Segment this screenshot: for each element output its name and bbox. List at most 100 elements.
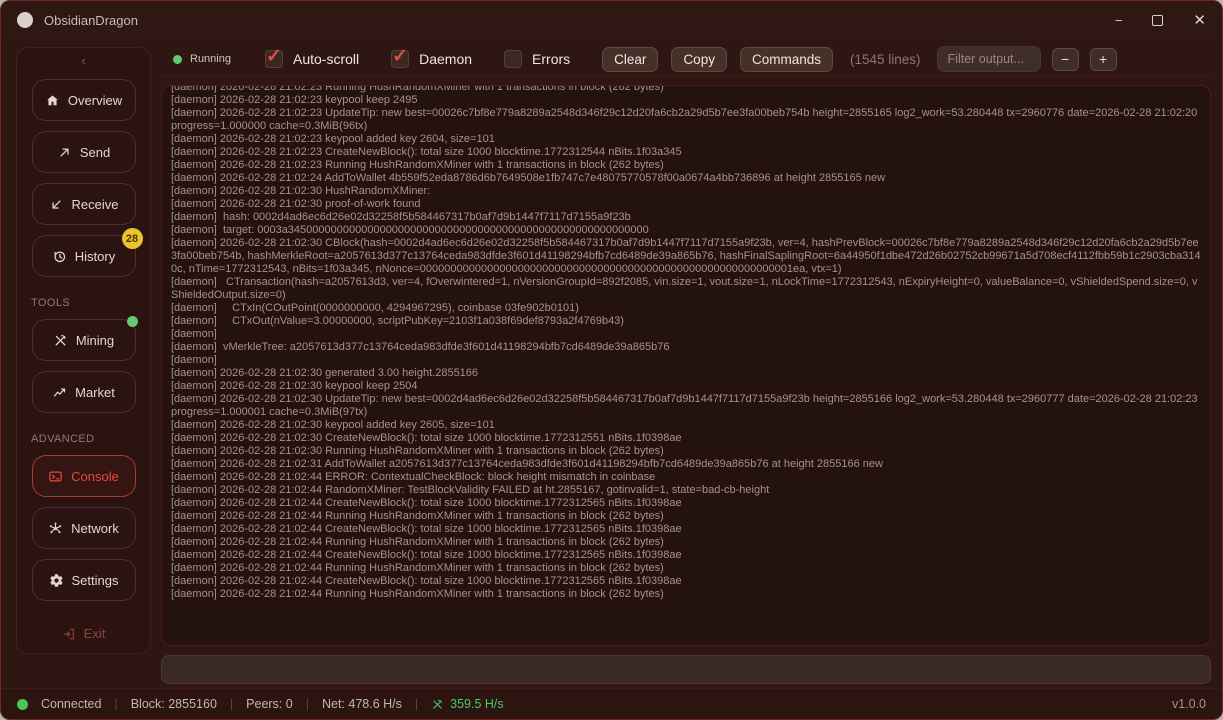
log-line: [daemon] 2026-02-28 21:02:30 CreateNewBl… — [171, 432, 1201, 445]
log-line: [daemon] 2026-02-28 21:02:30 Running Hus… — [171, 445, 1201, 458]
sidebar-item-mining[interactable]: Mining — [32, 319, 136, 361]
block-height-label: Block: 2855160 — [131, 697, 217, 711]
log-line: [daemon] CTransaction(hash=a2057613d3, v… — [171, 276, 1201, 302]
sidebar-item-market[interactable]: Market — [32, 371, 136, 413]
home-icon — [45, 93, 60, 108]
sidebar-item-overview[interactable]: Overview — [32, 79, 136, 121]
sidebar-item-label: Console — [71, 469, 119, 484]
window-controls: − ✕ — [1115, 13, 1206, 28]
minimize-icon[interactable]: − — [1115, 14, 1123, 27]
log-line: [daemon] 2026-02-28 21:02:44 Running Hus… — [171, 536, 1201, 549]
log-line: [daemon] vMerkleTree: a2057613d377c13764… — [171, 341, 1201, 354]
statusbar-separator: | — [415, 697, 418, 711]
settings-icon — [49, 573, 64, 588]
log-line: [daemon] target: 0003a345000000000000000… — [171, 224, 1201, 237]
exit-label: Exit — [84, 626, 106, 641]
sidebar-nav: Overview Send Receive History28 TOOLS Mining M… — [17, 69, 150, 601]
statusbar-separator: | — [114, 697, 117, 711]
log-line: [daemon] 2026-02-28 21:02:44 RandomXMine… — [171, 484, 1201, 497]
network-icon — [48, 521, 63, 536]
sidebar: ‹ Overview Send Receive History28 TOOLS Minin… — [16, 47, 151, 654]
log-line: [daemon] 2026-02-28 21:02:23 UpdateTip: … — [171, 107, 1201, 133]
log-line: [daemon] CTxOut(nValue=3.00000000, scrip… — [171, 315, 1201, 328]
font-decrease-button[interactable]: − — [1052, 48, 1079, 71]
check-icon: ✓ — [392, 45, 408, 68]
mining-icon — [53, 333, 68, 348]
log-line: [daemon] 2026-02-28 21:02:44 CreateNewBl… — [171, 549, 1201, 562]
font-increase-button[interactable]: + — [1090, 48, 1117, 71]
checkbox-errors[interactable]: ✓ Errors — [504, 50, 570, 68]
check-icon: ✓ — [266, 45, 282, 68]
log-line: [daemon] 2026-02-28 21:02:30 proof-of-wo… — [171, 198, 1201, 211]
sidebar-collapse-icon[interactable]: ‹ — [81, 53, 85, 69]
running-status-label: Running — [190, 53, 231, 65]
sidebar-item-label: Network — [71, 521, 119, 536]
log-line: [daemon] — [171, 328, 1201, 341]
checkbox-daemon[interactable]: ✓ Daemon — [391, 50, 472, 68]
receive-icon — [49, 197, 64, 212]
filter-output-input[interactable] — [937, 46, 1041, 72]
clear-button[interactable]: Clear — [602, 47, 658, 72]
log-line: [daemon] 2026-02-28 21:02:44 ERROR: Cont… — [171, 471, 1201, 484]
log-line: [daemon] 2026-02-28 21:02:44 CreateNewBl… — [171, 523, 1201, 536]
checkbox-errors-label: Errors — [532, 51, 570, 67]
daemon-run-status: Running — [173, 53, 231, 65]
mining-active-dot — [127, 316, 138, 327]
titlebar: ObsidianDragon − ✕ — [1, 1, 1222, 39]
sidebar-item-label: Settings — [72, 573, 119, 588]
local-hashrate: 359.5 H/s — [431, 697, 504, 711]
log-line: [daemon] CTxIn(COutPoint(0000000000, 429… — [171, 302, 1201, 315]
statusbar: Connected | Block: 2855160 | Peers: 0 | … — [1, 688, 1222, 719]
log-line: [daemon] 2026-02-28 21:02:30 generated 3… — [171, 367, 1201, 380]
checkbox-errors-box[interactable]: ✓ — [504, 50, 522, 68]
log-line: [daemon] 2026-02-28 21:02:30 keypool kee… — [171, 380, 1201, 393]
sidebar-item-console[interactable]: Console — [32, 455, 136, 497]
sidebar-item-receive[interactable]: Receive — [32, 183, 136, 225]
sidebar-item-label: Receive — [72, 197, 119, 212]
market-icon — [52, 385, 67, 400]
log-line: [daemon] 2026-02-28 21:02:23 keypool kee… — [171, 94, 1201, 107]
console-log-output[interactable]: [daemon] 2026-02-28 21:02:23 Running Hus… — [161, 85, 1211, 646]
connection-status-dot — [17, 699, 28, 710]
maximize-icon[interactable] — [1152, 15, 1163, 26]
console-command-input[interactable] — [161, 655, 1211, 684]
log-line: [daemon] 2026-02-28 21:02:44 Running Hus… — [171, 562, 1201, 575]
commands-button[interactable]: Commands — [740, 47, 833, 72]
log-line: [daemon] 2026-02-28 21:02:44 CreateNewBl… — [171, 497, 1201, 510]
sidebar-section-tools: TOOLS — [31, 297, 70, 309]
statusbar-separator: | — [306, 697, 309, 711]
sidebar-item-send[interactable]: Send — [32, 131, 136, 173]
sidebar-item-label: Send — [80, 145, 110, 160]
log-line: [daemon] — [171, 354, 1201, 367]
sidebar-item-history[interactable]: History28 — [32, 235, 136, 277]
network-hashrate-label: Net: 478.6 H/s — [322, 697, 402, 711]
app-logo — [17, 12, 33, 28]
log-line: [daemon] 2026-02-28 21:02:23 keypool add… — [171, 133, 1201, 146]
checkbox-auto-scroll-label: Auto-scroll — [293, 51, 359, 67]
app-title: ObsidianDragon — [44, 13, 138, 28]
checkbox-auto-scroll[interactable]: ✓ Auto-scroll — [265, 50, 359, 68]
history-icon — [52, 249, 67, 264]
sidebar-item-label: Mining — [76, 333, 114, 348]
checkbox-daemon-box[interactable]: ✓ — [391, 50, 409, 68]
log-line: [daemon] 2026-02-28 21:02:23 Running Hus… — [171, 85, 1201, 94]
log-line: [daemon] 2026-02-28 21:02:31 AddToWallet… — [171, 458, 1201, 471]
sidebar-item-label: Market — [75, 385, 115, 400]
local-hashrate-label: 359.5 H/s — [450, 697, 504, 711]
sidebar-item-network[interactable]: Network — [32, 507, 136, 549]
checkbox-auto-scroll-box[interactable]: ✓ — [265, 50, 283, 68]
copy-button[interactable]: Copy — [671, 47, 727, 72]
checkbox-daemon-label: Daemon — [419, 51, 472, 67]
running-status-dot — [173, 55, 182, 64]
sidebar-item-label: Overview — [68, 93, 122, 108]
sidebar-item-exit[interactable]: Exit — [62, 626, 106, 641]
log-line: [daemon] hash: 0002d4ad6ec6d26e02d32258f… — [171, 211, 1201, 224]
log-line: [daemon] 2026-02-28 21:02:44 Running Hus… — [171, 510, 1201, 523]
toolbar-checkboxes: ✓ Auto-scroll ✓ Daemon ✓ Errors — [265, 50, 602, 68]
log-line: [daemon] 2026-02-28 21:02:23 CreateNewBl… — [171, 146, 1201, 159]
log-line: [daemon] 2026-02-28 21:02:23 Running Hus… — [171, 159, 1201, 172]
exit-icon — [62, 627, 76, 641]
sidebar-item-settings[interactable]: Settings — [32, 559, 136, 601]
log-line: [daemon] 2026-02-28 21:02:44 Running Hus… — [171, 588, 1201, 601]
close-icon[interactable]: ✕ — [1193, 13, 1206, 28]
